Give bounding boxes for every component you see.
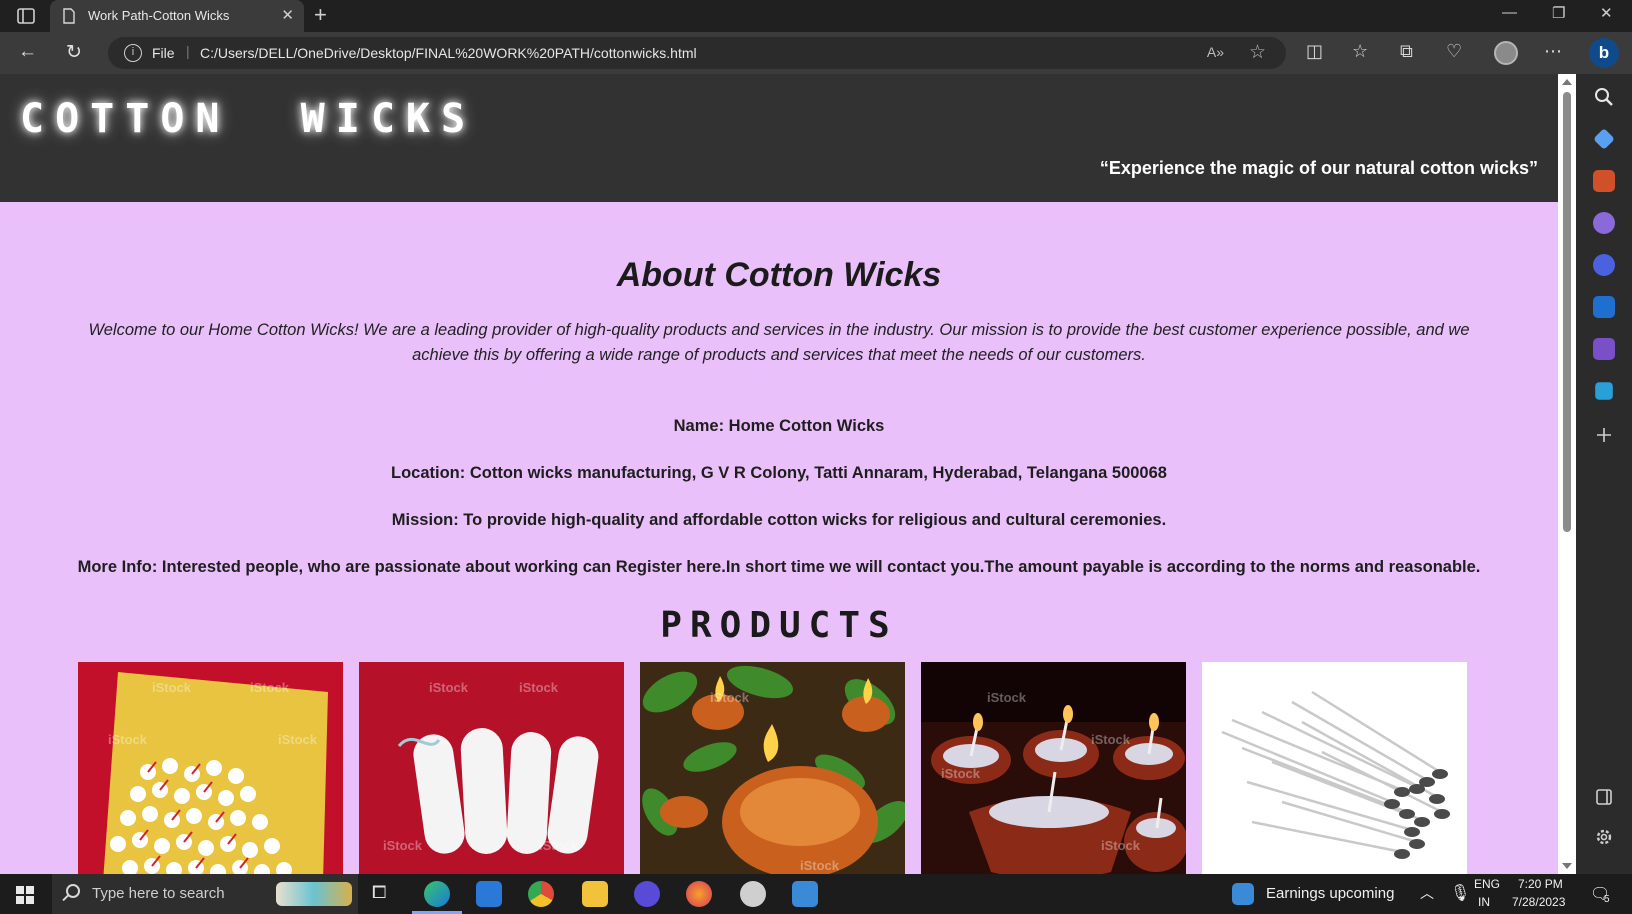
istock-watermark: iStock [429, 680, 469, 695]
company-mission: Mission: To provide high-quality and aff… [391, 511, 1167, 529]
news-widget-icon[interactable] [1232, 883, 1254, 905]
istock-watermark: iStock [383, 838, 423, 853]
new-tab-button[interactable]: + [314, 2, 327, 28]
news-ticker[interactable]: Earnings upcoming [1266, 885, 1394, 902]
site-header: COTTON WICKS “Experience the magic of ou… [0, 74, 1558, 202]
windows-start-icon[interactable] [16, 886, 34, 904]
site-tagline: “Experience the magic of our natural cot… [1099, 158, 1538, 178]
about-heading: About Cotton Wicks [616, 256, 942, 294]
shopping-tag-icon[interactable] [1593, 128, 1615, 150]
clock-time[interactable]: 7:20 PM [1518, 877, 1563, 891]
istock-watermark: iStock [1091, 732, 1131, 747]
refresh-icon[interactable]: ↻ [66, 41, 82, 64]
istock-watermark: iStock [250, 680, 290, 695]
split-screen-icon[interactable]: ◫ [1306, 41, 1323, 62]
language-code[interactable]: ENG [1474, 877, 1500, 891]
edge-browser-icon[interactable] [424, 881, 450, 907]
media-player-icon[interactable] [634, 881, 660, 907]
taskbar-search-box[interactable]: Type here to search [52, 874, 358, 914]
more-info: More Info: Interested people, who are pa… [77, 558, 1481, 576]
about-paragraph: Welcome to our Home Cotton Wicks! We are… [88, 321, 1470, 364]
hide-sidebar-icon[interactable] [1593, 786, 1615, 808]
windows-taskbar: Type here to search ⧠ Earnings upcoming … [0, 874, 1632, 914]
browser-essentials-icon[interactable]: ♡ [1446, 41, 1462, 62]
language-region[interactable]: IN [1478, 895, 1490, 909]
address-bar[interactable]: i File | C:/Users/DELL/OneDrive/Desktop/… [108, 37, 1286, 69]
browser-toolbar: ← ↻ i File | C:/Users/DELL/OneDrive/Desk… [0, 32, 1632, 74]
clock-date[interactable]: 7/28/2023 [1512, 895, 1565, 909]
istock-watermark: iStock [108, 732, 148, 747]
scroll-down-arrow-icon[interactable] [1562, 863, 1572, 869]
product-image-candle-wicks[interactable] [1202, 662, 1467, 874]
paint-icon[interactable] [740, 881, 766, 907]
info-icon[interactable]: i [124, 44, 142, 62]
istock-watermark: iStock [987, 690, 1027, 705]
close-window-button[interactable]: ✕ [1600, 4, 1613, 22]
browser-tab[interactable]: Work Path-Cotton Wicks ✕ [50, 0, 304, 32]
microphone-icon[interactable]: 🎙 [1450, 883, 1470, 903]
page-icon [63, 8, 75, 24]
edge-sidebar [1576, 74, 1632, 874]
scroll-up-arrow-icon[interactable] [1562, 79, 1572, 85]
products-heading: PRODUCTS [660, 605, 898, 646]
tools-briefcase-icon[interactable] [1593, 170, 1615, 192]
games-icon[interactable] [1593, 212, 1615, 234]
tray-overflow-icon[interactable]: ︿ [1420, 883, 1434, 903]
product-image-diyas-leaves[interactable]: iStock iStock [640, 662, 905, 874]
product-image-cotton-balls[interactable]: iStock iStock iStock iStock [78, 662, 343, 874]
file-explorer-icon[interactable] [582, 881, 608, 907]
chrome-icon[interactable] [528, 881, 554, 907]
scrollbar-thumb[interactable] [1563, 92, 1571, 532]
read-aloud-icon[interactable]: A» [1207, 44, 1224, 60]
company-name: Name: Home Cotton Wicks [673, 417, 885, 435]
istock-watermark: iStock [1101, 838, 1141, 853]
favorite-star-icon[interactable]: ☆ [1249, 41, 1266, 64]
send-icon[interactable] [1595, 382, 1613, 400]
company-location: Location: Cotton wicks manufacturing, G … [391, 464, 1167, 482]
url-separator: | [186, 43, 190, 59]
product-image-clay-diyas[interactable]: iStock iStock iStock iStock [921, 662, 1186, 874]
page-scrollbar[interactable] [1558, 74, 1576, 874]
minimize-button[interactable]: — [1502, 4, 1517, 21]
collections-icon[interactable]: ⧉ [1400, 41, 1413, 62]
outlook-icon[interactable] [1593, 296, 1615, 318]
firefox-icon[interactable] [686, 881, 712, 907]
search-icon[interactable] [1593, 86, 1615, 108]
istock-watermark: iStock [152, 680, 192, 695]
notification-count: 5 [1604, 894, 1610, 905]
site-logo: COTTON WICKS [20, 96, 477, 142]
back-arrow-icon[interactable]: ← [18, 41, 37, 63]
search-highlight-icon[interactable] [276, 882, 352, 906]
copilot-app-icon[interactable] [1593, 254, 1615, 276]
istock-watermark: iStock [800, 858, 840, 873]
more-menu-icon[interactable]: ⋯ [1544, 41, 1562, 62]
istock-watermark: iStock [539, 838, 579, 853]
istock-watermark: iStock [941, 766, 981, 781]
close-tab-icon[interactable]: ✕ [281, 6, 294, 24]
photos-icon[interactable] [792, 881, 818, 907]
istock-watermark: iStock [278, 732, 318, 747]
mail-icon[interactable] [476, 881, 502, 907]
tab-title: Work Path-Cotton Wicks [88, 8, 230, 23]
url-text[interactable]: C:/Users/DELL/OneDrive/Desktop/FINAL%20W… [200, 45, 697, 61]
restore-button[interactable]: ❐ [1552, 4, 1565, 22]
bing-copilot-icon[interactable]: b [1589, 38, 1619, 68]
tab-actions-icon[interactable] [12, 6, 40, 26]
page-viewport: COTTON WICKS “Experience the magic of ou… [0, 74, 1558, 874]
designer-icon[interactable] [1593, 338, 1615, 360]
url-scheme: File [152, 45, 175, 61]
search-icon [66, 884, 80, 898]
search-placeholder: Type here to search [92, 885, 225, 902]
task-view-icon[interactable]: ⧠ [372, 882, 398, 908]
favorites-icon[interactable]: ☆ [1352, 41, 1368, 62]
settings-gear-icon[interactable] [1593, 826, 1615, 848]
istock-watermark: iStock [710, 690, 750, 705]
istock-watermark: iStock [519, 680, 559, 695]
add-app-icon[interactable] [1593, 424, 1615, 446]
browser-title-bar: Work Path-Cotton Wicks ✕ + — ❐ ✕ [0, 0, 1632, 32]
product-image-long-wicks[interactable]: iStock iStock iStock iStock [359, 662, 624, 874]
profile-avatar[interactable] [1494, 41, 1518, 65]
